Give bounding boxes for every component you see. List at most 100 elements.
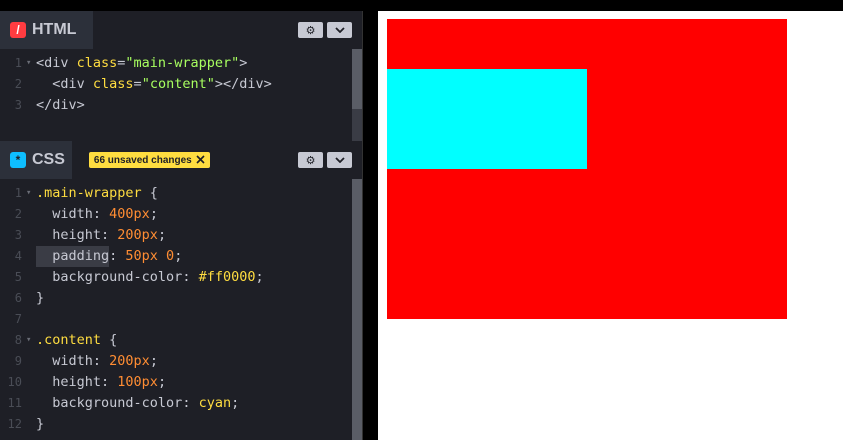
code-token: <div	[36, 76, 93, 92]
code-line[interactable]: 8 ▾ .content {	[0, 330, 118, 351]
code-line[interactable]: 3 height: 200px;	[0, 225, 166, 246]
html-scrollbar[interactable]	[352, 49, 362, 141]
line-number: 1	[14, 186, 22, 200]
line-number: 11	[7, 396, 22, 410]
code-line[interactable]: 6}	[0, 288, 44, 309]
code-line[interactable]: 7	[0, 309, 36, 330]
gear-icon: ⚙	[305, 24, 316, 37]
fold-arrow-icon[interactable]: ▾	[26, 183, 36, 204]
code-token: :	[182, 269, 199, 285]
result-preview	[378, 11, 843, 440]
code-token: #ff0000	[198, 269, 256, 285]
code-token: :	[101, 374, 118, 390]
code-line[interactable]: 1 ▾ <div class = "main-wrapper" >	[0, 53, 248, 74]
code-token: {	[101, 332, 118, 348]
code-line[interactable]: 9 width: 200px;	[0, 351, 158, 372]
code-token: :	[182, 395, 199, 411]
css-scrollbar[interactable]	[352, 179, 362, 440]
html-panel-header: / HTML ⚙	[0, 11, 362, 49]
fold-gutter	[26, 204, 36, 225]
css-settings-button[interactable]: ⚙	[298, 152, 323, 168]
gear-icon: ⚙	[305, 154, 316, 167]
line-number: 2	[14, 77, 22, 91]
code-line[interactable]: 10 height: 100px;	[0, 372, 167, 393]
code-token: "content"	[141, 76, 215, 92]
code-line[interactable]: 2 <div class = "content" ></div>	[0, 74, 272, 95]
line-number: 5	[14, 270, 22, 284]
fold-gutter	[26, 351, 36, 372]
html-code-editor[interactable]: 1 ▾ <div class = "main-wrapper" >2 <div class…	[0, 49, 362, 141]
line-number: 3	[14, 228, 22, 242]
code-token: =	[133, 76, 142, 92]
unsaved-changes-badge[interactable]: 66 unsaved changes	[88, 152, 210, 168]
html-panel-title: HTML	[32, 21, 77, 38]
fold-arrow-icon[interactable]: ▾	[26, 53, 36, 74]
code-token: 200px	[109, 353, 150, 369]
code-token: ;	[149, 353, 158, 369]
line-number: 2	[14, 207, 22, 221]
code-token: class	[76, 55, 118, 71]
html-collapse-button[interactable]	[327, 22, 352, 38]
code-token: padding	[36, 246, 110, 267]
code-line[interactable]: 12}	[0, 414, 45, 435]
close-icon[interactable]	[196, 154, 205, 166]
code-token: ;	[255, 269, 264, 285]
code-token: ;	[174, 248, 183, 264]
line-number: 12	[7, 417, 22, 431]
code-token: :	[101, 227, 118, 243]
code-token: width	[36, 353, 93, 369]
code-token: ;	[231, 395, 240, 411]
fold-gutter	[26, 288, 36, 309]
line-number: 10	[7, 375, 22, 389]
code-token: 100px	[117, 374, 158, 390]
code-token: ;	[149, 206, 158, 222]
code-token: .content	[36, 332, 102, 348]
preview-main-wrapper	[387, 19, 787, 319]
code-line[interactable]: 1 ▾ .main-wrapper {	[0, 183, 158, 204]
code-token: :	[109, 248, 126, 264]
code-token: >	[239, 55, 248, 71]
line-number: 7	[14, 312, 22, 326]
top-bar	[0, 0, 843, 11]
css-panel-header: * CSS 66 unsaved changes ⚙	[0, 141, 362, 179]
line-number: 3	[14, 98, 22, 112]
code-line[interactable]: 2 width: 400px;	[0, 204, 158, 225]
html-settings-button[interactable]: ⚙	[298, 22, 323, 38]
html-panel: / HTML ⚙ 1 ▾ <div class = "main-wrapper" >2 <…	[0, 11, 362, 141]
line-number: 4	[14, 249, 22, 263]
html-header-buttons: ⚙	[298, 22, 352, 38]
css-header-buttons: ⚙	[298, 152, 352, 168]
code-token: }	[36, 290, 45, 306]
fold-gutter	[26, 267, 36, 288]
fold-gutter	[26, 309, 36, 330]
panel-resize-divider[interactable]	[362, 11, 378, 440]
code-token: }	[36, 416, 45, 432]
code-token: ;	[157, 227, 167, 243]
code-token: 50px 0	[125, 248, 175, 264]
code-token: .main-wrapper	[36, 185, 142, 201]
code-token: =	[117, 55, 126, 71]
chevron-down-icon	[334, 154, 345, 166]
code-token: 400px	[109, 206, 150, 222]
css-code-editor[interactable]: 1 ▾ .main-wrapper {2 width: 400px; 3 height…	[0, 179, 362, 440]
code-line[interactable]: 5 background-color: #ff0000;	[0, 267, 264, 288]
css-scrollbar-thumb[interactable]	[352, 179, 362, 440]
line-number: 8	[14, 333, 22, 347]
fold-gutter	[26, 246, 36, 267]
fold-arrow-icon[interactable]: ▾	[26, 330, 36, 351]
line-number: 1	[14, 56, 22, 70]
css-collapse-button[interactable]	[327, 152, 352, 168]
html-scrollbar-thumb[interactable]	[352, 49, 362, 109]
code-line[interactable]: 4 padding: 50px 0;	[0, 246, 182, 267]
code-line[interactable]: 3 </div>	[0, 95, 85, 116]
line-number: 6	[14, 291, 22, 305]
code-token: 200px	[117, 227, 158, 243]
unsaved-changes-label: 66 unsaved changes	[93, 154, 192, 166]
code-token: </div>	[36, 97, 85, 113]
line-number: 9	[14, 354, 22, 368]
code-token: <div	[36, 55, 77, 71]
code-line[interactable]: 11 background-color: cyan;	[0, 393, 240, 414]
code-token: :	[92, 353, 110, 369]
preview-content-box	[387, 69, 587, 169]
code-token: background-color	[36, 269, 183, 285]
